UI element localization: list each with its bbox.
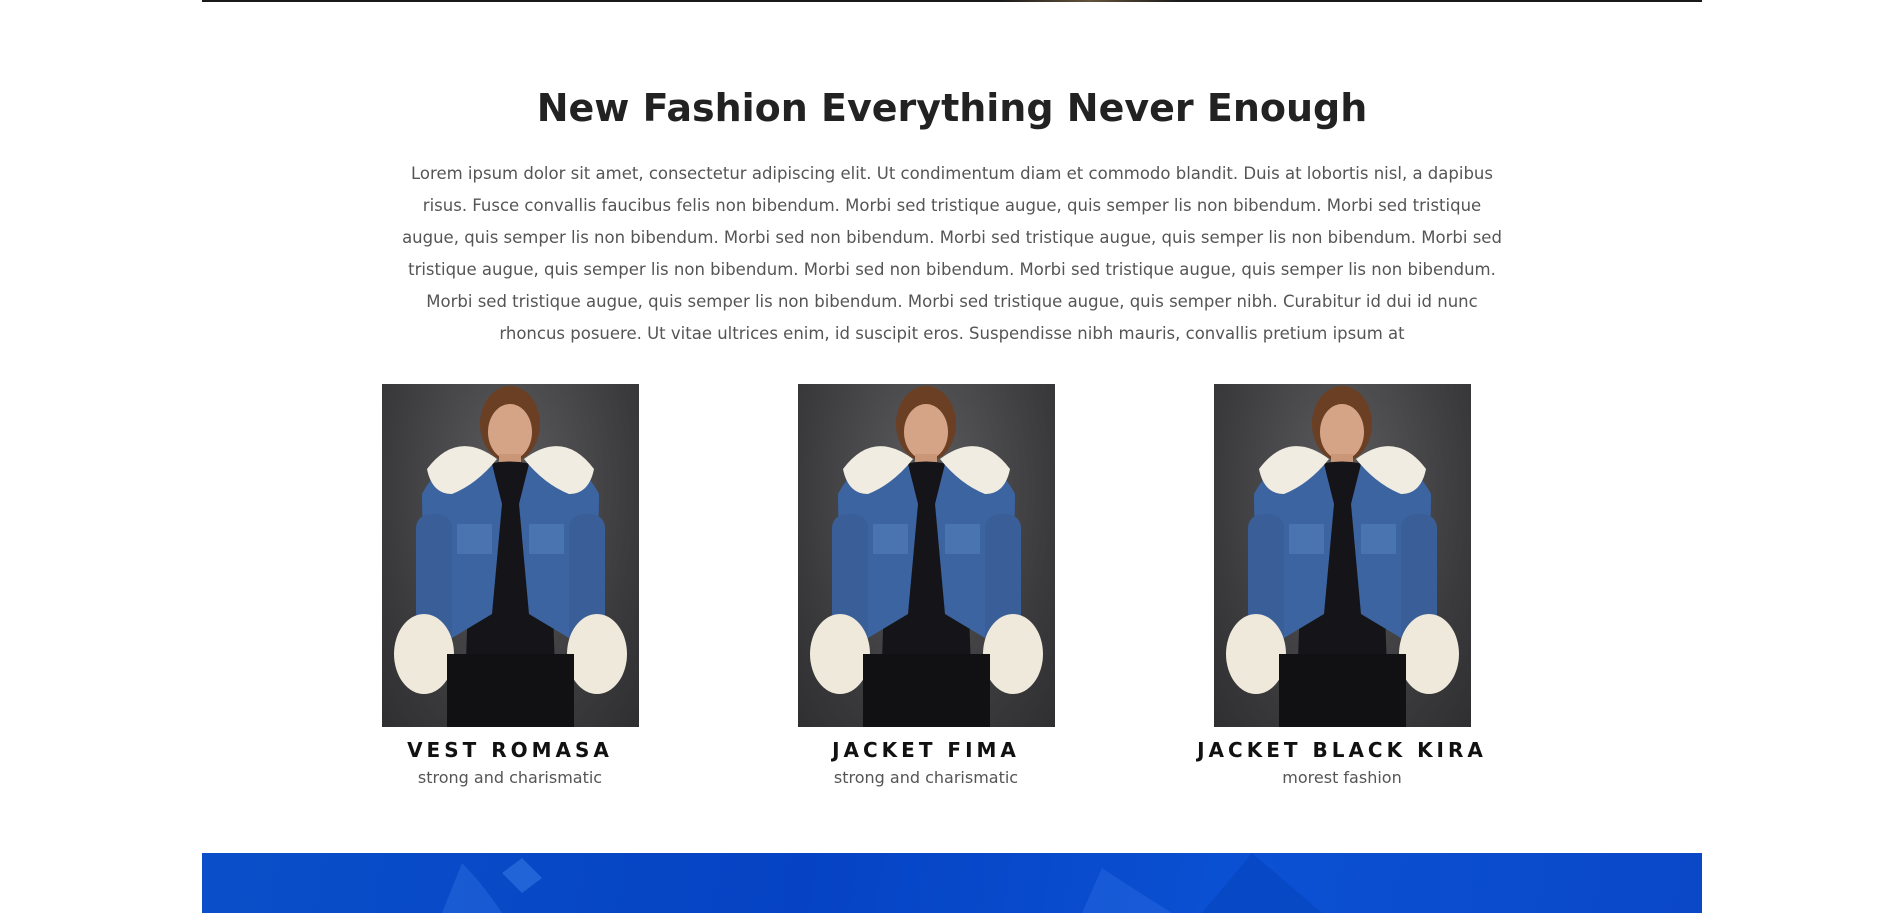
model-in-denim-jacket-with-fur-trim-icon <box>393 386 627 727</box>
product-tagline: strong and charismatic <box>833 768 1019 787</box>
section-description: Lorem ipsum dolor sit amet, consectetur … <box>402 164 1502 343</box>
product-photo[interactable] <box>1213 384 1471 727</box>
model-in-denim-jacket-with-fur-trim-icon <box>1225 386 1459 727</box>
top-divider <box>202 0 1702 2</box>
product-name[interactable]: VEST ROMASA <box>360 737 660 763</box>
product-tagline: strong and charismatic <box>417 768 603 787</box>
product-photo[interactable] <box>381 384 639 727</box>
product-card[interactable]: VEST ROMASA strong and charismatic <box>360 384 660 789</box>
product-name[interactable]: JACKET FIMA <box>776 737 1076 763</box>
section-title: New Fashion Everything Never Enough <box>536 86 1368 130</box>
product-card[interactable]: JACKET BLACK KIRA morest fashion <box>1192 384 1492 789</box>
product-tagline: morest fashion <box>1282 768 1402 787</box>
product-name[interactable]: JACKET BLACK KIRA <box>1192 737 1492 763</box>
banner-texture-icon <box>442 853 1322 913</box>
header-image-edge <box>1000 0 1180 2</box>
product-photo[interactable] <box>797 384 1055 727</box>
product-grid: VEST ROMASA strong and charismatic JACKE… <box>0 384 1904 804</box>
blue-banner <box>202 853 1702 913</box>
product-card[interactable]: JACKET FIMA strong and charismatic <box>776 384 1076 789</box>
model-in-denim-jacket-with-fur-trim-icon <box>809 386 1043 727</box>
